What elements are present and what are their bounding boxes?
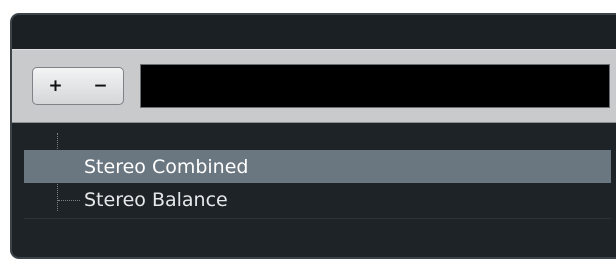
tree-item-stereo-balance[interactable]: Stereo Balance [24,183,611,216]
remove-button[interactable]: − [78,68,123,104]
routing-panel: + − Stereo Combined Stereo Balance [10,13,616,259]
panel-header [12,15,616,49]
add-remove-button-group: + − [32,67,124,105]
tree-view: Stereo Combined Stereo Balance [12,123,616,257]
tree-item-stereo-combined[interactable]: Stereo Combined [24,150,611,183]
name-field[interactable] [140,64,610,108]
toolbar: + − [12,49,616,123]
divider [24,218,611,219]
add-button[interactable]: + [33,68,78,104]
